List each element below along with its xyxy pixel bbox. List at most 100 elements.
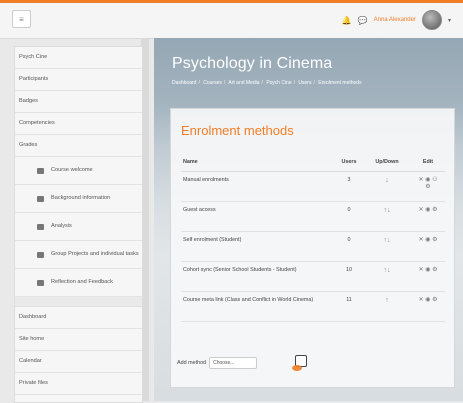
- breadcrumb-separator: /: [313, 80, 315, 86]
- sidebar-section-analysis[interactable]: Analysis: [15, 213, 142, 241]
- sidebar-item-private-files[interactable]: Private files: [15, 373, 142, 395]
- user-name[interactable]: Anna Alexander: [374, 17, 416, 23]
- move-arrow-icon[interactable]: ↑↓: [384, 207, 391, 214]
- breadcrumb-item[interactable]: Courses: [203, 80, 222, 86]
- folder-icon: [37, 195, 44, 202]
- breadcrumb-item[interactable]: Psych Cine: [266, 80, 291, 86]
- add-method-row: Add method Choose...: [177, 357, 258, 369]
- edit-actions[interactable]: ✕ ◉ ⚙: [411, 201, 445, 232]
- sidebar-item-label: Grades: [19, 142, 38, 148]
- sidebar-item-badges[interactable]: Badges: [15, 91, 142, 113]
- top-navbar: ≡ 🔔 💬 Anna Alexander ▾: [0, 0, 463, 39]
- sidebar-item-competencies[interactable]: Competencies: [15, 113, 142, 135]
- sidebar-item-label: Site home: [19, 336, 45, 342]
- enrolment-name[interactable]: Self enrolment (Student): [181, 231, 335, 262]
- updown-arrows[interactable]: ↑↓: [363, 231, 411, 262]
- sidebar-item-participants[interactable]: Participants: [15, 69, 142, 91]
- breadcrumb-separator: /: [261, 80, 263, 86]
- edit-icons[interactable]: ✕ ◉ ⚙: [415, 207, 441, 214]
- edit-icons[interactable]: ✕ ◉ ⚙: [415, 267, 441, 274]
- edit-actions[interactable]: ✕ ◉ ⚇ ⚙: [411, 171, 445, 202]
- sidebar-item-label: Private files: [19, 380, 48, 386]
- sidebar-item-label: Calendar: [19, 358, 42, 364]
- add-method-select[interactable]: Choose...: [209, 357, 258, 369]
- breadcrumb-item[interactable]: Users: [298, 80, 311, 86]
- sidebar-item-label: Badges: [19, 98, 38, 104]
- sidebar-section-reflection[interactable]: Reflection and Feedback: [15, 269, 142, 297]
- table-header-row: Name Users Up/Down Edit: [181, 153, 445, 172]
- enrolment-users: 3: [335, 171, 363, 202]
- enrolment-users: 11: [335, 291, 363, 322]
- user-menu: 🔔 💬 Anna Alexander ▾: [342, 10, 451, 30]
- enrolment-users: 10: [335, 261, 363, 292]
- edit-icons[interactable]: ✕ ◉ ⚇ ⚙: [415, 177, 441, 191]
- enrolment-name[interactable]: Guest access: [181, 201, 335, 232]
- move-arrow-icon[interactable]: ↑: [385, 297, 389, 304]
- sidebar-section-label: Reflection and Feedback: [51, 279, 113, 285]
- edit-actions[interactable]: ✕ ◉ ⚙: [411, 291, 445, 322]
- table-row: Guest access 0 ↑↓ ✕ ◉ ⚙: [181, 201, 445, 232]
- folder-icon: [37, 167, 44, 174]
- column-header-edit: Edit: [411, 153, 445, 172]
- sidebar-item-label: Competencies: [19, 120, 55, 126]
- edit-icons[interactable]: ✕ ◉ ⚙: [415, 237, 441, 244]
- sidebar-section-background[interactable]: Background information: [15, 185, 142, 213]
- sidebar-item-dashboard[interactable]: Dashboard: [15, 307, 142, 329]
- sidebar: Psych Cine Participants Badges Competenc…: [14, 46, 143, 403]
- edit-icons[interactable]: ✕ ◉ ⚙: [415, 297, 441, 304]
- sidebar-item-grades[interactable]: Grades: [15, 135, 142, 157]
- sidebar-section-course-welcome[interactable]: Course welcome: [15, 157, 142, 185]
- card-title: Enrolment methods: [181, 123, 294, 138]
- main-content: Psychology in Cinema Dashboard / Courses /…: [154, 38, 463, 401]
- breadcrumb-item[interactable]: Dashboard: [172, 80, 196, 86]
- enrolment-users: 0: [335, 231, 363, 262]
- column-header-updown: Up/Down: [363, 153, 411, 172]
- breadcrumb-item[interactable]: Enrolment methods: [318, 80, 361, 86]
- breadcrumb-item[interactable]: Art and Media: [228, 80, 259, 86]
- sidebar-item-calendar[interactable]: Calendar: [15, 351, 142, 373]
- avatar[interactable]: [421, 10, 442, 30]
- enrolment-table: Name Users Up/Down Edit Manual enrolment…: [181, 153, 445, 322]
- move-arrow-icon[interactable]: ↑↓: [384, 267, 391, 274]
- table-row: Course meta link (Class and Conflict in …: [181, 291, 445, 322]
- sidebar-section-group-projects[interactable]: Group Projects and individual tasks: [15, 241, 142, 269]
- enrolment-methods-card: Enrolment methods Name Users Up/Down Edi…: [170, 108, 455, 388]
- sidebar-item-label: Participants: [19, 76, 49, 82]
- bell-icon[interactable]: 🔔: [342, 16, 352, 25]
- enrolment-name[interactable]: Course meta link (Class and Conflict in …: [181, 291, 335, 322]
- sidebar-item-psych-cine[interactable]: Psych Cine: [15, 47, 142, 69]
- table-row: Self enrolment (Student) 0 ↑↓ ✕ ◉ ⚙: [181, 231, 445, 262]
- select-value: Choose...: [213, 360, 235, 366]
- sidebar-item-site-home[interactable]: Site home: [15, 329, 142, 351]
- edit-actions[interactable]: ✕ ◉ ⚙: [411, 231, 445, 262]
- enrolment-users: 0: [335, 201, 363, 232]
- sidebar-divider: [15, 297, 142, 307]
- enrolment-name[interactable]: Cohort sync (Senior School Students - St…: [181, 261, 335, 292]
- breadcrumb: Dashboard / Courses / Art and Media / Psych…: [172, 80, 362, 86]
- column-header-name: Name: [181, 153, 335, 172]
- column-header-users: Users: [335, 153, 363, 172]
- breadcrumb-separator: /: [293, 80, 295, 86]
- page-title: Psychology in Cinema: [172, 55, 333, 72]
- table-row: Manual enrolments 3 ↓ ✕ ◉ ⚇ ⚙: [181, 171, 445, 202]
- app-frame: ≡ 🔔 💬 Anna Alexander ▾ Psych Cine Partic…: [0, 0, 463, 403]
- edit-actions[interactable]: ✕ ◉ ⚙: [411, 261, 445, 292]
- updown-arrows[interactable]: ↓: [363, 171, 411, 202]
- updown-arrows[interactable]: ↑↓: [363, 201, 411, 232]
- updown-arrows[interactable]: ↑↓: [363, 261, 411, 292]
- breadcrumb-separator: /: [223, 80, 226, 86]
- sidebar-section-label: Background information: [51, 195, 111, 201]
- table-row: Cohort sync (Senior School Students - St…: [181, 261, 445, 292]
- updown-arrows[interactable]: ↑: [363, 291, 411, 322]
- move-arrow-icon[interactable]: ↑↓: [384, 237, 391, 244]
- hamburger-icon[interactable]: ≡: [12, 10, 31, 28]
- move-arrow-icon[interactable]: ↓: [385, 177, 389, 184]
- sidebar-section-label: Course welcome: [51, 167, 93, 173]
- folder-icon: [37, 251, 44, 258]
- enrolment-name[interactable]: Manual enrolments: [181, 171, 335, 202]
- chevron-down-icon[interactable]: ▾: [448, 17, 451, 24]
- chat-icon[interactable]: 💬: [358, 16, 368, 25]
- breadcrumb-separator: /: [198, 80, 200, 86]
- sidebar-section-label: Group Projects and individual tasks: [51, 251, 139, 257]
- sidebar-item-label: Psych Cine: [19, 54, 48, 60]
